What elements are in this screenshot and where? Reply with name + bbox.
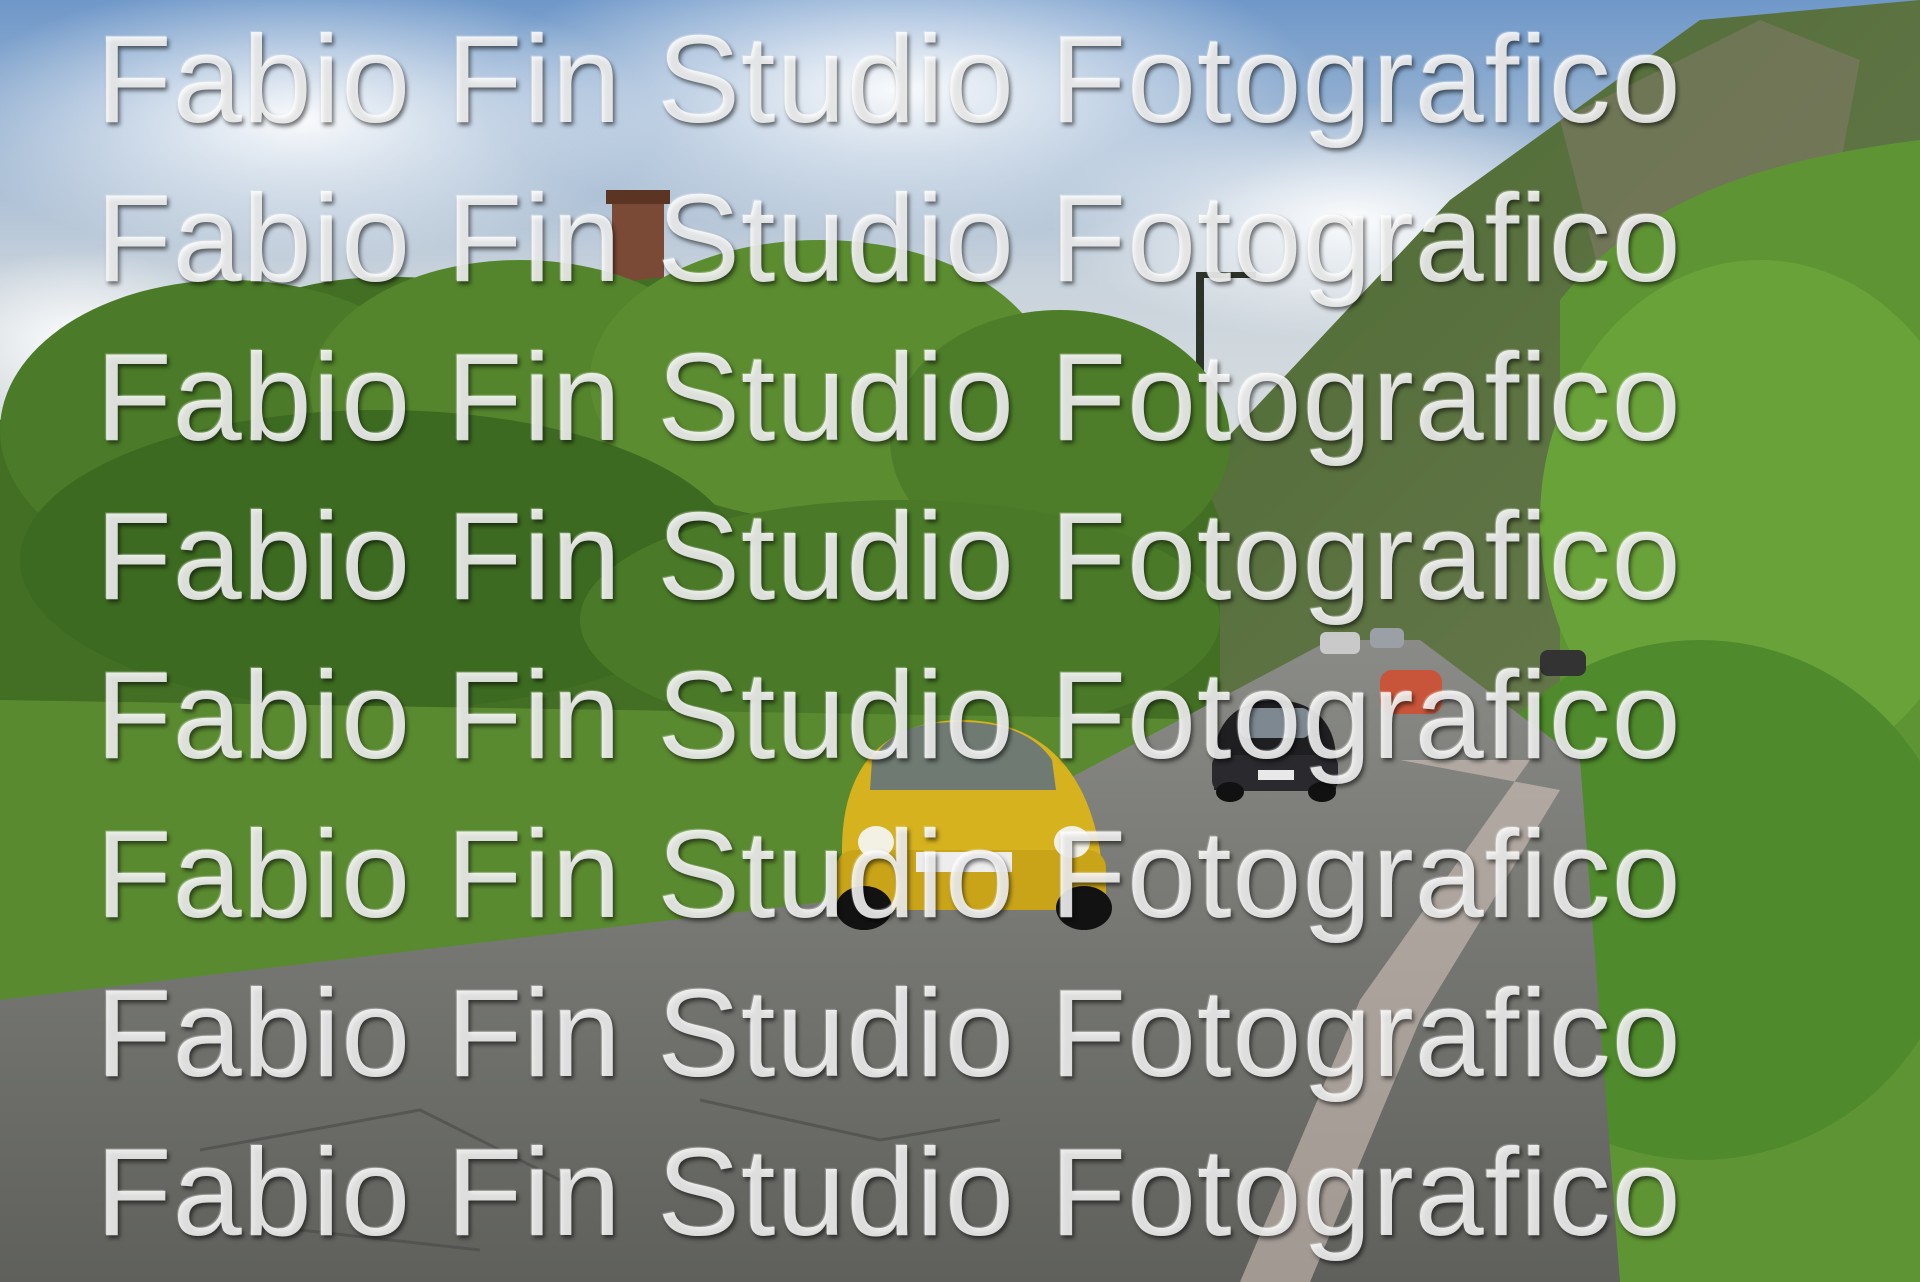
distant-car bbox=[1540, 650, 1586, 676]
landscape-photo bbox=[0, 0, 1920, 1282]
distant-car bbox=[1370, 628, 1404, 648]
distant-car bbox=[1380, 670, 1442, 714]
photo-scene bbox=[0, 0, 1920, 1282]
distant-car bbox=[1320, 632, 1360, 654]
